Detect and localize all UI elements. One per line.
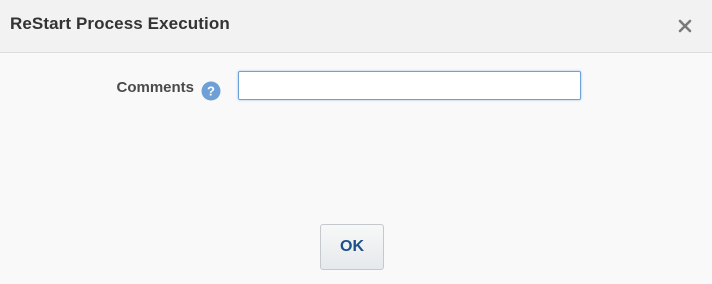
dialog-titlebar: ReStart Process Execution xyxy=(0,0,712,53)
comments-input[interactable] xyxy=(238,71,581,100)
comments-label: Comments xyxy=(116,79,194,96)
close-icon xyxy=(678,19,692,33)
restart-process-dialog: ReStart Process Execution Comments ? OK xyxy=(0,0,712,284)
help-icon[interactable]: ? xyxy=(201,81,221,101)
svg-text:?: ? xyxy=(207,84,215,99)
ok-button[interactable]: OK xyxy=(320,224,384,270)
dialog-title: ReStart Process Execution xyxy=(10,14,230,33)
comments-row: Comments ? xyxy=(0,70,712,102)
close-button[interactable] xyxy=(674,15,696,37)
